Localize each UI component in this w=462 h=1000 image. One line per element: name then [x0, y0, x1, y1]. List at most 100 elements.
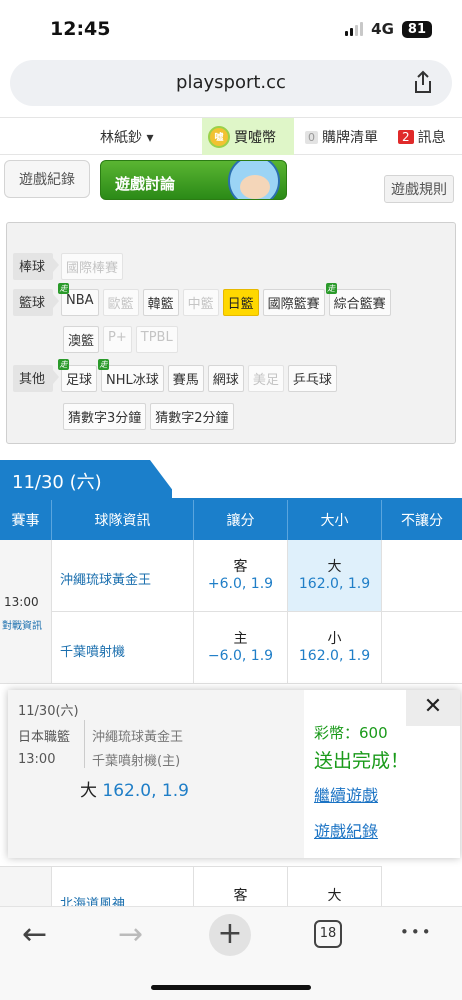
chip-guess-3min[interactable]: 猜數字3分鐘 — [63, 403, 147, 430]
date-tab: 11/30 (六) — [0, 460, 172, 500]
chip-intl-baseball[interactable]: 國際棒賽 — [61, 253, 124, 280]
chip-guess-2min[interactable]: 猜數字2分鐘 — [150, 403, 234, 430]
back-arrow-icon[interactable]: ← — [22, 917, 47, 952]
tabs-count-icon[interactable]: 18 — [314, 920, 342, 948]
moneyline-away-cell[interactable] — [382, 540, 462, 612]
away-team-name[interactable]: 沖繩琉球黃金王 — [60, 569, 151, 588]
chip-soccer[interactable]: 走足球 — [58, 359, 98, 392]
category-panel: 棒球 國際棒賽 籃球 走 NBA 歐籃 韓籃 中籃 日籃 國際籃賽 走綜合籃賽 澳… — [6, 222, 456, 444]
bet-slip: 11/30(六) 日本職籃 13:00 沖繩琉球黃金王 千葉噴射機(主) 大 1… — [8, 690, 304, 858]
category-label-basketball: 籃球 — [13, 289, 60, 316]
spread-home-label: 主 — [233, 631, 248, 647]
running-icon: 走 — [58, 359, 70, 370]
chip-euro-basketball[interactable]: 歐籃 — [102, 289, 139, 316]
home-team-cell: 千葉噴射機 — [52, 612, 194, 684]
cart-count-badge: 0 — [305, 130, 318, 144]
bet-pick-odds: 162.0, 1.9 — [102, 781, 189, 801]
game-discussion-tab[interactable]: 遊戲討論 — [100, 160, 287, 200]
moneyline-home-cell[interactable] — [382, 612, 462, 684]
buy-coins-label: 買噓幣 — [234, 129, 276, 146]
battery-icon: 81 — [401, 20, 432, 38]
more-menu-icon[interactable]: ••• — [400, 923, 433, 941]
member-nav: 林紙鈔 ▾ 噓 買噓幣 0 購牌清單 2 訊息 — [0, 117, 462, 155]
chip-cn-basketball[interactable]: 中籃 — [182, 289, 219, 316]
messages-link[interactable]: 2 訊息 — [398, 127, 446, 147]
total-over-label: 大 — [327, 559, 342, 575]
continue-game-link[interactable]: 繼續遊戲 — [314, 782, 378, 806]
next-total-cell[interactable]: 大 — [288, 866, 382, 908]
running-icon: 走 — [325, 283, 337, 294]
match-time: 13:00 — [4, 595, 39, 609]
messages-label: 訊息 — [417, 130, 446, 146]
url-text[interactable]: playsport.cc — [10, 72, 452, 93]
bet-time: 13:00 — [18, 752, 56, 767]
total-under-cell[interactable]: 小 162.0, 1.9 — [288, 612, 382, 684]
chip-pplus[interactable]: P+ — [103, 326, 132, 353]
home-team-name[interactable]: 千葉噴射機 — [60, 641, 125, 660]
match-time-cell: 13:00 對戰資訊 — [0, 540, 52, 684]
category-label-other: 其他 — [13, 365, 60, 392]
game-record-link[interactable]: 遊戲紀錄 — [314, 818, 378, 842]
new-tab-icon[interactable]: + — [209, 914, 251, 956]
chip-aus-basketball[interactable]: 澳籃 — [63, 326, 100, 353]
close-icon[interactable]: ✕ — [406, 690, 460, 726]
spread-home-odds: −6.0, 1.9 — [207, 648, 274, 664]
running-icon: 走 — [98, 359, 110, 370]
odds-table-header: 賽事 球隊資訊 讓分 大小 不讓分 — [0, 500, 462, 540]
chip-nhl-label: NHL冰球 — [106, 373, 159, 388]
forward-arrow-icon[interactable]: → — [118, 917, 143, 952]
message-count-badge: 2 — [398, 130, 414, 144]
match-info-link[interactable]: 對戰資訊 — [2, 617, 42, 632]
game-discussion-label: 遊戲討論 — [115, 175, 176, 193]
total-under-label: 小 — [327, 631, 342, 647]
chip-horse-racing[interactable]: 賽馬 — [167, 365, 204, 392]
spread-home-cell[interactable]: 主 −6.0, 1.9 — [194, 612, 288, 684]
chip-tennis[interactable]: 網球 — [207, 365, 244, 392]
bet-confirmation-popup: 11/30(六) 日本職籃 13:00 沖繩琉球黃金王 千葉噴射機(主) 大 1… — [8, 690, 460, 858]
next-spread-cell[interactable]: 客 — [194, 866, 288, 908]
bet-pick-label: 大 — [80, 781, 97, 801]
next-spread-label: 客 — [233, 888, 248, 904]
chip-intl-basketball[interactable]: 國際籃賽 — [262, 289, 325, 316]
game-rules-button[interactable]: 遊戲規則 — [384, 175, 454, 203]
user-menu[interactable]: 林紙鈔 ▾ — [100, 127, 153, 147]
header-team-info: 球隊資訊 — [52, 500, 194, 540]
date-header: 11/30 (六) — [0, 460, 462, 502]
bet-date: 11/30(六) — [18, 704, 79, 719]
header-moneyline: 不讓分 — [401, 513, 443, 529]
total-over-cell[interactable]: 大 162.0, 1.9 — [288, 540, 382, 612]
buy-coins-button[interactable]: 噓 買噓幣 — [202, 118, 294, 155]
chip-mixed-basketball-label: 綜合籃賽 — [333, 297, 386, 312]
category-row-basketball-2: 澳籃 P+ TPBL — [63, 326, 178, 353]
home-indicator — [151, 985, 311, 990]
status-bar: 12:45 4G 81 — [0, 0, 462, 56]
chip-nba[interactable]: 走 NBA — [58, 283, 99, 316]
category-label-baseball: 棒球 — [13, 253, 60, 280]
next-total-label: 大 — [327, 888, 342, 904]
spread-away-cell[interactable]: 客 +6.0, 1.9 — [194, 540, 288, 612]
chip-american-football[interactable]: 美足 — [247, 365, 284, 392]
game-record-tab[interactable]: 遊戲紀錄 — [4, 160, 90, 198]
chip-korea-basketball[interactable]: 韓籃 — [142, 289, 179, 316]
chip-table-tennis[interactable]: 乒乓球 — [287, 365, 337, 392]
total-under-odds: 162.0, 1.9 — [298, 648, 371, 664]
chip-nhl[interactable]: 走 NHL冰球 — [98, 359, 164, 392]
cart-label: 購牌清單 — [322, 130, 378, 146]
category-row-other: 其他 走足球 走 NHL冰球 賽馬 網球 美足 乒乓球 — [13, 359, 337, 392]
chip-mixed-basketball[interactable]: 走綜合籃賽 — [325, 283, 391, 316]
share-icon[interactable] — [412, 70, 434, 94]
mascot-icon — [228, 161, 280, 199]
away-team-cell: 沖繩琉球黃金王 — [52, 540, 194, 612]
category-row-other-2: 猜數字3分鐘 猜數字2分鐘 — [63, 403, 234, 430]
bet-pick: 大 162.0, 1.9 — [80, 776, 189, 801]
spread-away-label: 客 — [233, 559, 248, 575]
address-bar[interactable]: playsport.cc — [10, 60, 452, 106]
chip-tpbl[interactable]: TPBL — [135, 326, 178, 353]
clock: 12:45 — [50, 18, 111, 40]
signal-icon — [345, 22, 364, 36]
coin-balance: 彩幣：600 — [314, 724, 388, 742]
category-row-baseball: 棒球 國際棒賽 — [13, 253, 124, 280]
total-over-odds: 162.0, 1.9 — [298, 576, 371, 592]
cart-link[interactable]: 0 購牌清單 — [305, 127, 378, 147]
chip-japan-basketball[interactable]: 日籃 — [222, 289, 259, 316]
